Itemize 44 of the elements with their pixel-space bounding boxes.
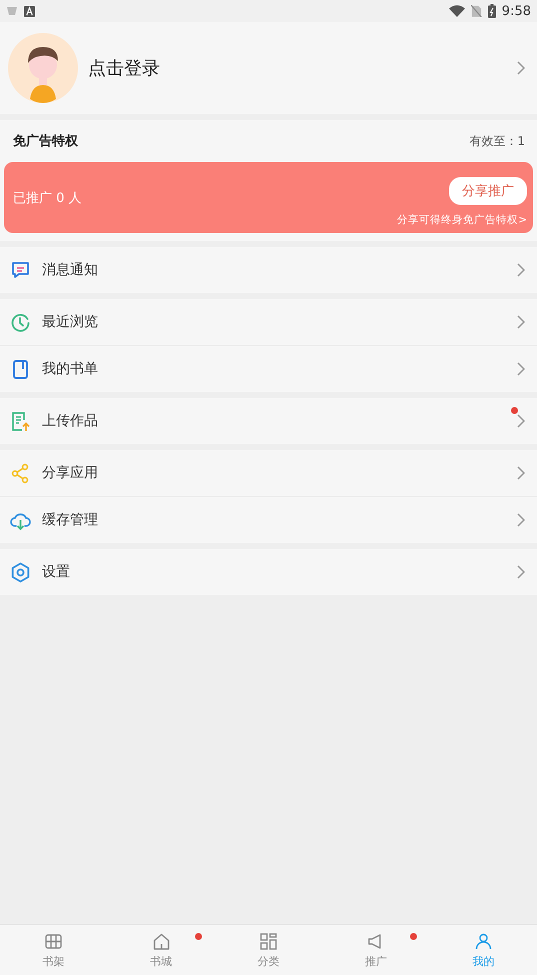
share-button[interactable]: 分享推广: [449, 176, 527, 204]
chevron-right-icon: [517, 565, 525, 579]
wifi-icon: [448, 5, 465, 17]
menu-item[interactable]: 我的书单: [0, 345, 537, 392]
chevron-right-icon: [517, 513, 525, 527]
keyboard-icon: [24, 6, 35, 16]
book-icon: [10, 358, 31, 380]
profile-row[interactable]: 点击登录: [0, 22, 537, 114]
menu-item[interactable]: 消息通知: [0, 247, 537, 293]
expiry-label: 有效至：1: [469, 132, 525, 150]
menu-item[interactable]: 上传作品: [0, 398, 537, 444]
chevron-right-icon: [517, 263, 525, 277]
menu-item[interactable]: 设置: [0, 549, 537, 595]
menu-label: 消息通知: [42, 261, 99, 279]
menu-label: 上传作品: [42, 412, 99, 430]
menu-label: 缓存管理: [42, 511, 99, 529]
menu-item[interactable]: 缓存管理: [0, 496, 537, 543]
section-title: 免广告特权: [13, 132, 78, 150]
share-icon: [10, 462, 31, 484]
chevron-right-icon: [517, 362, 525, 376]
login-label: 点击登录: [88, 57, 161, 80]
clock-time: 9:58: [502, 4, 531, 18]
battery-icon: [488, 4, 496, 18]
menu-label: 分享应用: [42, 464, 99, 482]
promoted-count: 已推广 0 人: [13, 190, 82, 206]
menu-item[interactable]: 最近浏览: [0, 299, 537, 345]
chevron-right-icon: [517, 61, 525, 75]
no-sim-icon: [470, 4, 482, 18]
chat-bubble-icon: [10, 260, 31, 280]
chevron-right-icon: [517, 315, 525, 329]
bookshelf-icon[interactable]: [44, 932, 64, 950]
clock-icon: [10, 312, 31, 332]
chevron-right-icon: [517, 414, 525, 428]
menu-label: 最近浏览: [42, 313, 99, 331]
menu-item[interactable]: 分享应用: [0, 450, 537, 496]
document-upload-icon: [10, 410, 31, 432]
avatar: [8, 33, 78, 103]
settings-icon: [10, 562, 31, 582]
menu-label: 我的书单: [42, 360, 99, 378]
grid-icon[interactable]: [259, 932, 278, 950]
menu-label: 设置: [42, 563, 71, 581]
home-icon[interactable]: [152, 932, 171, 950]
person-icon[interactable]: [474, 932, 493, 950]
chevron-right-icon: [517, 466, 525, 480]
